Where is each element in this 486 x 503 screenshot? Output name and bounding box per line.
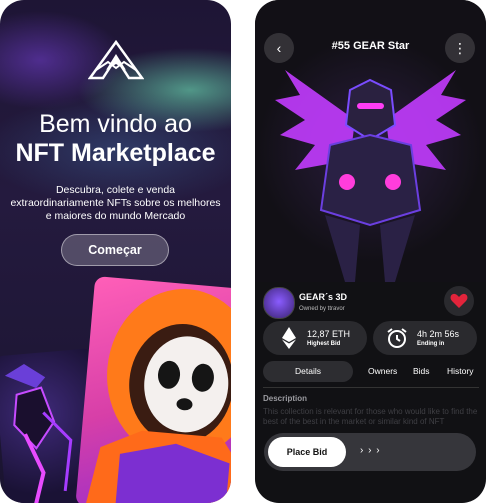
- owner-name[interactable]: GEAR´s 3D: [299, 292, 347, 302]
- chevron-left-icon: ‹: [276, 40, 282, 56]
- description-text: This collection is relevant for those wh…: [263, 407, 478, 426]
- owned-by: Owned by ttravor: [299, 306, 345, 312]
- ending-in-stat: 4h 2m 56s Ending in: [373, 321, 477, 355]
- place-bid-button[interactable]: Place Bid: [268, 437, 346, 467]
- favorite-button[interactable]: [444, 286, 474, 316]
- ending-in-value: 4h 2m 56s: [417, 329, 460, 339]
- nft-card-panda[interactable]: [75, 276, 231, 503]
- start-button[interactable]: Começar: [61, 234, 169, 266]
- kebab-menu-icon: ⋮: [453, 40, 467, 56]
- back-button[interactable]: ‹: [264, 33, 294, 63]
- description-label: Description: [263, 394, 308, 403]
- alarm-clock-icon: [387, 328, 407, 348]
- welcome-screen: Bem vindo ao NFT Marketplace Descubra, c…: [0, 0, 231, 503]
- welcome-description: Descubra, colete e venda extraordinariam…: [10, 184, 221, 222]
- highest-bid-label: Highest Bid: [307, 341, 341, 347]
- more-options-button[interactable]: ⋮: [445, 33, 475, 63]
- nft-detail-screen: ‹ #55 GEAR Star ⋮ GEAR´s 3D Owned by ttr…: [255, 0, 486, 503]
- tab-owners[interactable]: Owners: [368, 361, 397, 382]
- owner-avatar[interactable]: [263, 287, 295, 319]
- highest-bid-stat: 12,87 ETH Highest Bid: [263, 321, 367, 355]
- slide-arrows-icon: › › ›: [360, 445, 381, 456]
- ethereum-icon: [282, 327, 296, 349]
- tab-bids[interactable]: Bids: [413, 361, 430, 382]
- ending-in-label: Ending in: [417, 341, 445, 347]
- welcome-line1: Bem vindo ao: [39, 110, 192, 138]
- divider: [263, 387, 479, 388]
- detail-tabs: Details Owners Bids History: [263, 361, 483, 383]
- heart-icon: [450, 293, 468, 308]
- marketplace-logo: [88, 40, 144, 80]
- tab-history[interactable]: History: [447, 361, 473, 382]
- tab-details[interactable]: Details: [263, 361, 353, 382]
- panda-artwork-icon: [85, 289, 231, 503]
- place-bid-slider[interactable]: Place Bid › › ›: [264, 433, 476, 471]
- highest-bid-value: 12,87 ETH: [307, 329, 351, 339]
- welcome-title: NFT Marketplace: [15, 139, 216, 167]
- page-title: #55 GEAR Star: [331, 40, 410, 52]
